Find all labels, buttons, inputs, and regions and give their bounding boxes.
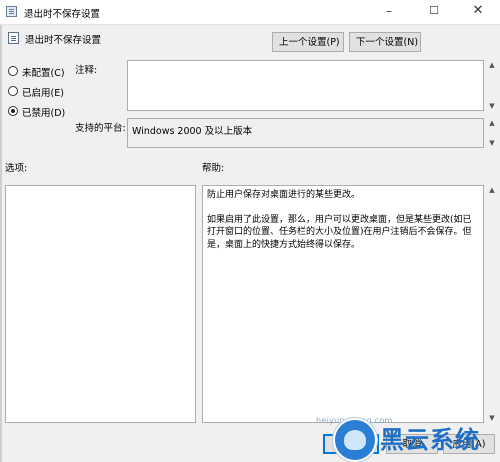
platform-label: 支持的平台: [75, 123, 126, 134]
maximize-button[interactable]: ☐ [412, 0, 456, 24]
minimize-button[interactable]: – [367, 0, 411, 24]
radio-circle[interactable] [8, 86, 18, 96]
radio-circle-selected[interactable] [8, 106, 18, 116]
close-button[interactable]: ✕ [456, 0, 500, 24]
window-title: 退出时不保存设置 [24, 9, 101, 20]
radio-label: 未配置(C) [22, 68, 65, 79]
scroll-up-icon[interactable]: ▲ [488, 186, 496, 194]
platform-scrollbar[interactable]: ▲ ▼ [487, 118, 497, 148]
radio-label: 已禁用(D) [22, 108, 66, 119]
options-pane [5, 185, 196, 423]
policy-icon [8, 32, 19, 44]
radio-label: 已启用(E) [22, 88, 64, 99]
scroll-up-icon[interactable]: ▲ [488, 61, 496, 69]
comment-scrollbar[interactable]: ▲ ▼ [487, 60, 497, 111]
next-setting-button[interactable]: 下一个设置(N) [349, 32, 421, 52]
previous-setting-button[interactable]: 上一个设置(P) [272, 32, 344, 52]
scroll-down-icon[interactable]: ▼ [488, 414, 496, 422]
window-left-edge [0, 24, 2, 462]
help-pane: 防止用户保存对桌面进行的某些更改。 如果启用了此设置，那么，用户可以更改桌面，但… [202, 185, 484, 423]
help-label: 帮助: [202, 163, 225, 174]
scroll-down-icon[interactable]: ▼ [488, 139, 496, 147]
comment-label: 注释: [75, 65, 98, 76]
comment-textbox[interactable] [127, 60, 484, 111]
help-paragraph: 防止用户保存对桌面进行的某些更改。 [207, 190, 361, 200]
policy-icon [6, 6, 17, 17]
cloud-logo-icon [333, 418, 377, 462]
radio-circle[interactable] [8, 66, 18, 76]
help-paragraph: 如果启用了此设置，那么，用户可以更改桌面，但是某些更改(如已打开窗口的位置、任务… [207, 214, 472, 250]
platform-value: Windows 2000 及以上版本 [127, 118, 484, 148]
watermark-brand: 黑云系统 [380, 426, 480, 454]
setting-title: 退出时不保存设置 [25, 35, 102, 46]
title-bar: 退出时不保存设置 – ☐ ✕ [0, 0, 500, 25]
scroll-down-icon[interactable]: ▼ [488, 102, 496, 110]
scroll-up-icon[interactable]: ▲ [488, 119, 496, 127]
options-label: 选项: [5, 163, 28, 174]
help-scrollbar[interactable]: ▲ ▼ [487, 185, 497, 423]
